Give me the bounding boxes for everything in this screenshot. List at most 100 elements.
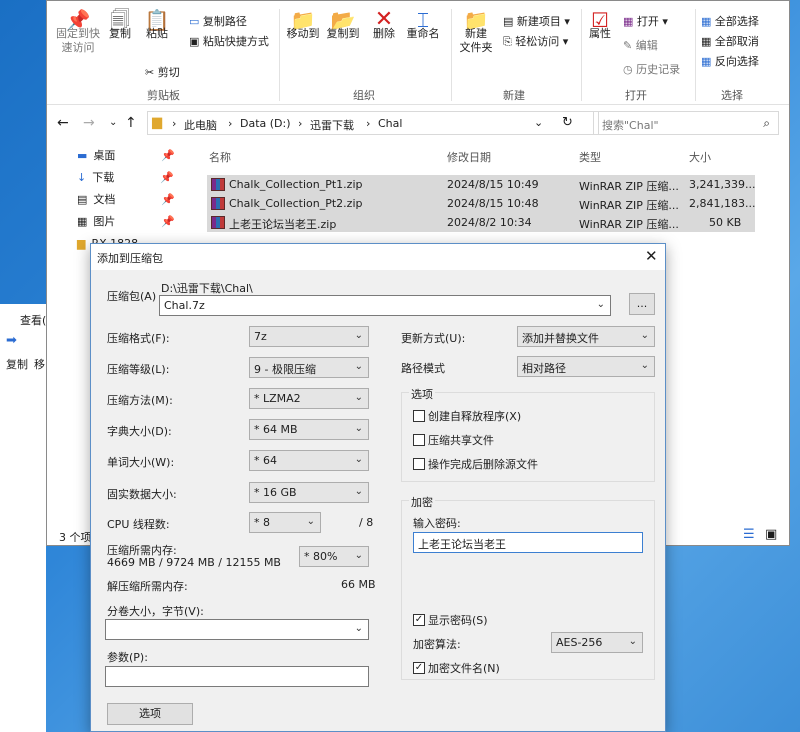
properties-button[interactable]: ☑ 属性 — [585, 8, 615, 41]
path-mode-select[interactable]: 相对路径 ⌄ — [517, 356, 655, 377]
winrar-zip-icon — [211, 197, 225, 210]
history-button[interactable]: ◷ 历史记录 — [623, 61, 680, 77]
details-view-icon[interactable]: ☰ — [743, 527, 755, 542]
paste-button[interactable]: 📋 粘贴 — [139, 10, 175, 41]
split-label: 分卷大小，字节(V): — [107, 605, 204, 618]
create-sfx-checkbox[interactable]: 创建自释放程序(X) — [413, 408, 521, 424]
divider — [451, 9, 452, 101]
shared-files-checkbox[interactable]: 压缩共享文件 — [413, 432, 494, 448]
open-button[interactable]: ▦ 打开 ▾ — [623, 13, 668, 29]
delete-after-checkbox[interactable]: 操作完成后删除源文件 — [413, 456, 538, 472]
move-to-button[interactable]: 📁 移动到 — [285, 10, 321, 41]
level-label: 压缩等级(L): — [107, 363, 170, 376]
breadcrumb-folder[interactable]: 迅雷下载 — [310, 117, 354, 133]
cut-button[interactable]: ✂ 剪切 — [145, 64, 180, 80]
format-select[interactable]: 7z ⌄ — [249, 326, 369, 347]
solid-select[interactable]: * 16 GB ⌄ — [249, 482, 369, 503]
divider — [279, 9, 280, 101]
properties-check-icon: ☑ — [591, 8, 609, 32]
large-icons-view-icon[interactable]: ▣ — [765, 527, 777, 542]
format-label: 压缩格式(F): — [107, 332, 170, 345]
clipboard-group-label: 剪贴板 — [147, 89, 180, 102]
pin-icon: 📌 — [65, 8, 91, 32]
nav-item-documents[interactable]: ▤ 文档 📌 — [77, 189, 175, 209]
level-select[interactable]: 9 - 极限压缩 ⌄ — [249, 357, 369, 378]
address-box[interactable]: ▆ › 此电脑 › Data (D:) › 迅雷下载 › Chal ⌄ ↻ — [147, 111, 599, 135]
dict-label: 字典大小(D): — [107, 425, 172, 438]
column-date[interactable]: 修改日期 — [447, 149, 491, 165]
up-arrow-icon[interactable]: ↑ — [125, 115, 137, 131]
path-mode-label: 路径模式 — [401, 362, 445, 375]
forward-arrow-icon[interactable]: → — [83, 115, 95, 131]
breadcrumb-this-pc[interactable]: 此电脑 — [184, 117, 217, 133]
easy-access-button[interactable]: ⎘ 轻松访问 ▾ — [503, 33, 568, 49]
new-item-button[interactable]: ▤ 新建项目 ▾ — [503, 13, 570, 29]
breadcrumb-current[interactable]: Chal — [378, 117, 402, 130]
invert-selection-button[interactable]: ▦ 反向选择 — [701, 53, 759, 69]
delete-button[interactable]: ✕ 删除 — [369, 9, 399, 41]
archive-name-combo[interactable]: Chal.7z ⌄ — [159, 295, 611, 316]
search-icon: ⌕ — [763, 116, 770, 130]
paste-shortcut-button[interactable]: ▣ 粘贴快捷方式 — [189, 33, 269, 49]
params-input[interactable] — [105, 666, 369, 687]
search-input[interactable]: 搜索"Chal" ⌕ — [593, 111, 779, 135]
select-group-label: 选择 — [721, 89, 743, 102]
update-mode-select[interactable]: 添加并替换文件 ⌄ — [517, 326, 655, 347]
nav-item-pictures[interactable]: ▦ 图片 📌 — [77, 211, 175, 231]
copy-label[interactable]: 复制 — [6, 356, 28, 372]
new-folder-button[interactable]: 📁 新建 文件夹 — [453, 8, 499, 55]
encrypt-names-checkbox[interactable]: ✓ 加密文件名(N) — [413, 660, 500, 676]
winrar-zip-icon — [211, 178, 225, 191]
memory-percent-select[interactable]: * 80% ⌄ — [299, 546, 369, 567]
column-type[interactable]: 类型 — [579, 149, 601, 165]
move-label[interactable]: 移 — [34, 356, 45, 372]
file-row[interactable]: Chalk_Collection_Pt2.zip 2024/8/15 10:48… — [207, 194, 755, 213]
divider — [695, 9, 696, 101]
file-row[interactable]: Chalk_Collection_Pt1.zip 2024/8/15 10:49… — [207, 175, 755, 194]
params-label: 参数(P): — [107, 651, 148, 664]
encryption-method-label: 加密算法: — [413, 638, 461, 651]
close-icon[interactable]: ✕ — [645, 247, 658, 265]
copy-button[interactable]: 🗐 复制 — [105, 8, 135, 41]
copy-to-button[interactable]: 📂 复制到 — [323, 10, 363, 41]
nav-item-desktop[interactable]: ▬ 桌面 📌 — [77, 145, 175, 165]
select-none-button[interactable]: ▦ 全部取消 — [701, 33, 759, 49]
select-all-button[interactable]: ▦ 全部选择 — [701, 13, 759, 29]
split-size-combo[interactable]: ⌄ — [105, 619, 369, 640]
decomp-memory-value: 66 MB — [341, 578, 376, 591]
cpu-total: / 8 — [359, 516, 374, 529]
back-arrow-icon[interactable]: ← — [57, 115, 69, 131]
address-bar-row: ← → ⌄ ↑ ▆ › 此电脑 › Data (D:) › 迅雷下载 › Cha… — [47, 109, 789, 139]
browse-button[interactable]: ... — [629, 293, 655, 315]
recent-chevron-icon[interactable]: ⌄ — [109, 117, 117, 128]
word-label: 单词大小(W): — [107, 456, 175, 469]
encryption-method-select[interactable]: AES-256 ⌄ — [551, 632, 643, 653]
copy-icon: 🗐 — [110, 8, 130, 32]
word-select[interactable]: * 64 ⌄ — [249, 450, 369, 471]
breadcrumb-drive[interactable]: Data (D:) — [240, 117, 291, 130]
dict-select[interactable]: * 64 MB ⌄ — [249, 419, 369, 440]
file-row[interactable]: 上老王论坛当老王.zip 2024/8/2 10:34 WinRAR ZIP 压… — [207, 213, 755, 232]
show-password-checkbox[interactable]: ✓ 显示密码(S) — [413, 612, 488, 628]
archive-label: 压缩包(A) — [107, 290, 157, 303]
cpu-select[interactable]: * 8 ⌄ — [249, 512, 321, 533]
edit-button[interactable]: ✎ 编辑 — [623, 37, 658, 53]
password-input[interactable]: 上老王论坛当老王 — [413, 532, 643, 553]
options-button[interactable]: 选项 — [107, 703, 193, 725]
method-select[interactable]: * LZMA2 ⌄ — [249, 388, 369, 409]
add-to-archive-dialog: 添加到压缩包 ✕ 压缩包(A) D:\迅雷下载\Chal\ Chal.7z ⌄ .… — [90, 243, 666, 732]
password-label: 输入密码: — [413, 517, 461, 530]
column-name[interactable]: 名称 — [209, 149, 231, 165]
column-size[interactable]: 大小 — [689, 149, 711, 165]
rename-button[interactable]: ⌶ 重命名 — [403, 10, 443, 41]
nav-item-downloads[interactable]: ↓ 下载 📌 — [77, 167, 174, 187]
new-folder-icon: 📁 — [463, 8, 489, 32]
copy-path-button[interactable]: ▭ 复制路径 — [189, 13, 247, 29]
pin-quick-access-button[interactable]: 📌 固定到快 速访问 — [53, 8, 103, 55]
address-dropdown-icon[interactable]: ⌄ — [534, 116, 543, 129]
chevron-down-icon: ⌄ — [596, 299, 605, 310]
winrar-zip-icon — [211, 216, 225, 229]
view-menu[interactable]: 查看( — [20, 312, 46, 328]
refresh-icon[interactable]: ↻ — [562, 115, 573, 130]
organize-group-label: 组织 — [353, 89, 375, 102]
